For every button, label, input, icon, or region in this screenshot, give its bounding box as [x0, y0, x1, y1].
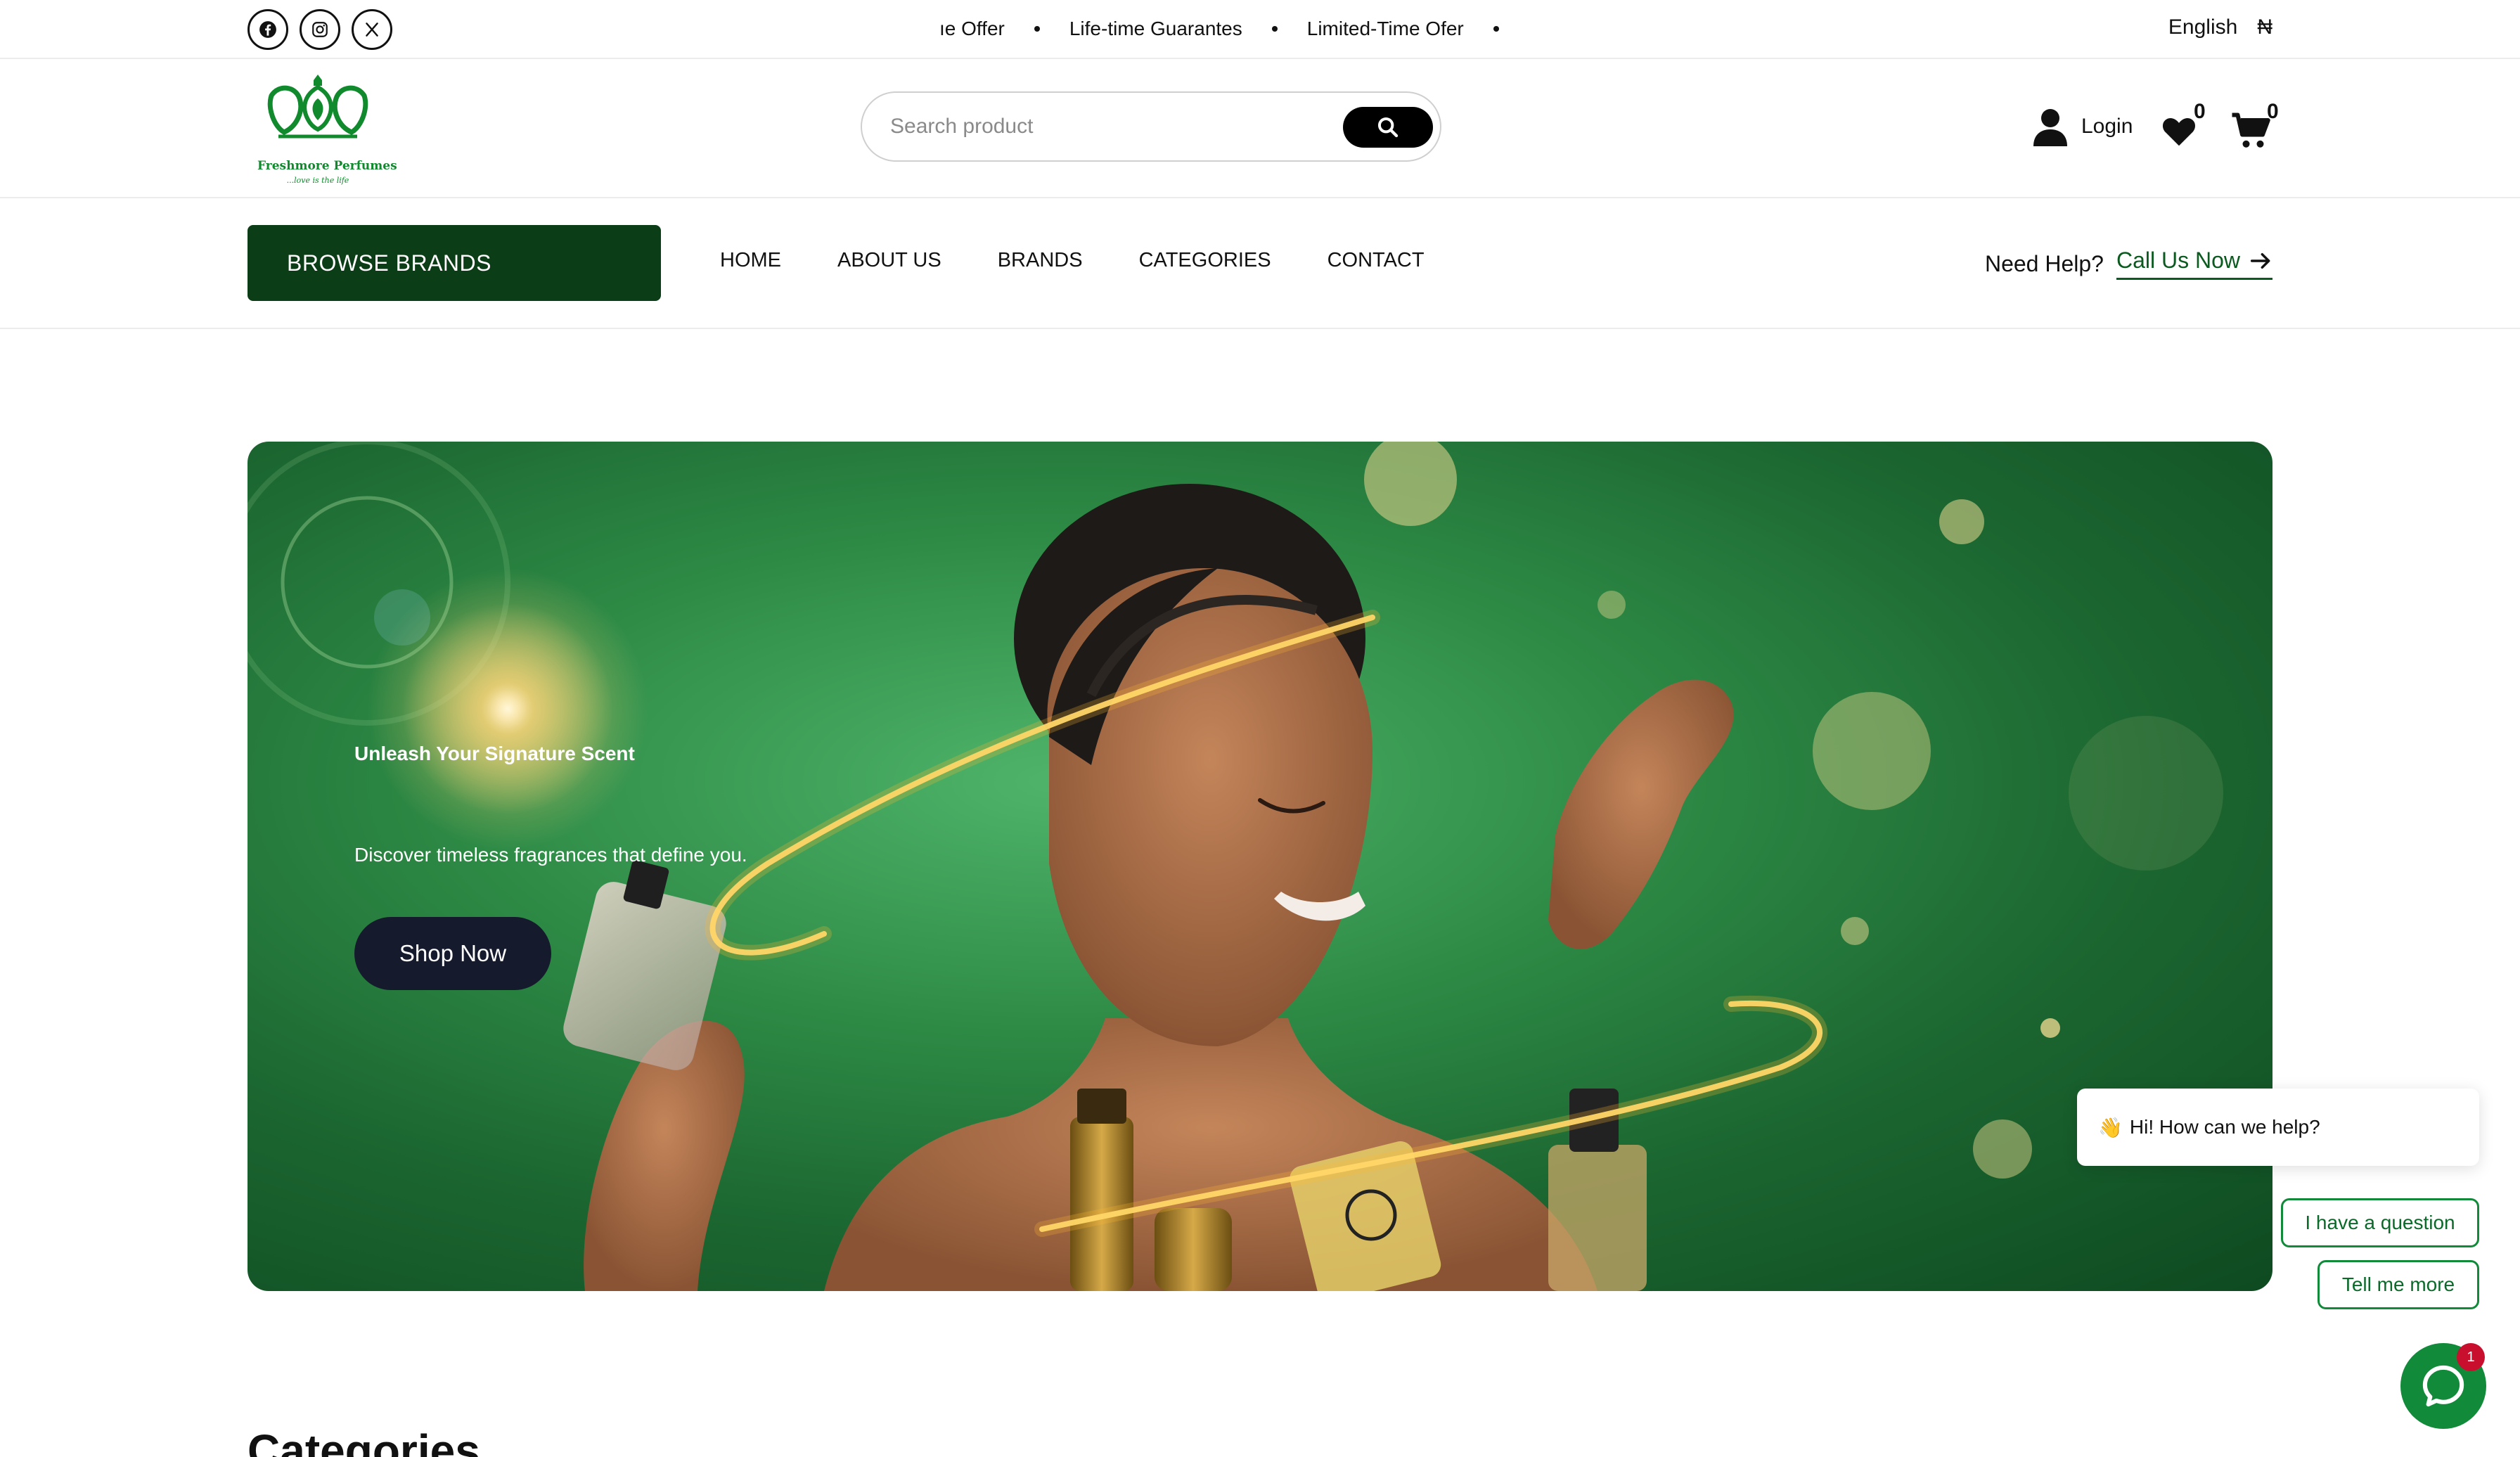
login-link[interactable]: Login: [2033, 107, 2133, 146]
search-icon: [1377, 117, 1399, 138]
site-logo[interactable]: Freshmore Perfumes ...love is the life: [257, 69, 397, 188]
hero-image: [248, 442, 2223, 1291]
ticker-separator: [1271, 26, 1278, 32]
instagram-icon: [312, 22, 328, 37]
help-label: Need Help?: [1984, 250, 2104, 276]
ticker-item: Life-time Guarantes: [1069, 18, 1242, 39]
nav-item-categories[interactable]: CATEGORIES: [1139, 249, 1271, 272]
facebook-link[interactable]: [248, 9, 288, 50]
cart-icon: [2232, 113, 2270, 148]
arrow-right-icon: [2250, 252, 2270, 269]
hero-banner: Unleash Your Signature Scent Discover ti…: [248, 442, 2272, 1291]
browse-brands-button[interactable]: BROWSE BRANDS: [248, 225, 661, 301]
nav-item-about[interactable]: ABOUT US: [837, 249, 941, 272]
waving-hand-icon: 👋: [2098, 1116, 2123, 1138]
login-label: Login: [2081, 115, 2133, 138]
wishlist-button[interactable]: 0: [2160, 100, 2206, 150]
nav-item-home[interactable]: HOME: [720, 249, 781, 272]
call-us-link[interactable]: Call Us Now: [2116, 248, 2272, 280]
call-us-label: Call Us Now: [2116, 248, 2240, 273]
cart-button[interactable]: 0: [2230, 100, 2279, 150]
crown-logo-icon: [267, 75, 368, 139]
facebook-icon: [259, 21, 276, 38]
site-header: Freshmore Perfumes ...love is the life L…: [0, 59, 2520, 198]
instagram-link[interactable]: [300, 9, 340, 50]
chat-greeting-text: Hi! How can we help?: [2129, 1116, 2320, 1138]
nav-menu: HOME ABOUT US BRANDS CATEGORIES CONTACT: [720, 249, 1481, 272]
ticker-item: ıe Offer: [939, 18, 1005, 39]
chat-unread-badge: 1: [2457, 1343, 2485, 1371]
nav-item-brands[interactable]: BRANDS: [998, 249, 1083, 272]
language-label[interactable]: English: [2168, 15, 2237, 39]
ticker-separator: [1034, 26, 1040, 32]
top-bar: ıe Offer Life-time Guarantes Limited-Tim…: [0, 0, 2520, 59]
chat-option-question[interactable]: I have a question: [2281, 1198, 2479, 1247]
chat-bubble-icon: [2422, 1365, 2464, 1407]
search-bar: [861, 91, 1441, 162]
wishlist-count: 0: [2194, 100, 2206, 123]
social-links: [248, 9, 392, 50]
cart-count: 0: [2267, 100, 2279, 123]
chat-greeting[interactable]: 👋 Hi! How can we help?: [2077, 1089, 2479, 1166]
x-link[interactable]: [352, 9, 392, 50]
heart-icon: [2162, 118, 2196, 146]
hero-title: Unleash Your Signature Scent: [354, 743, 635, 764]
logo-wordmark: Freshmore Perfumes: [257, 159, 397, 173]
search-input[interactable]: [890, 115, 1340, 139]
main-navigation: BROWSE BRANDS HOME ABOUT US BRANDS CATEG…: [0, 198, 2520, 329]
ticker-separator: [1493, 26, 1499, 32]
x-icon: [366, 23, 378, 37]
user-icon: [2033, 109, 2067, 146]
locale-selector[interactable]: English ₦: [2168, 15, 2272, 39]
chat-option-more[interactable]: Tell me more: [2318, 1260, 2479, 1309]
promo-ticker: ıe Offer Life-time Guarantes Limited-Tim…: [938, 0, 1500, 58]
help-contact: Need Help? Call Us Now: [1985, 248, 2272, 280]
categories-heading: Categories: [248, 1425, 480, 1457]
ticker-item: Limited-Time Ofer: [1306, 18, 1464, 39]
search-button[interactable]: [1343, 107, 1433, 148]
currency-label[interactable]: ₦: [2257, 15, 2272, 39]
nav-item-contact[interactable]: CONTACT: [1328, 249, 1425, 272]
shop-now-button[interactable]: Shop Now: [354, 917, 551, 990]
logo-tagline: ...love is the life: [286, 176, 349, 185]
hero-subtitle: Discover timeless fragrances that define…: [354, 844, 747, 866]
